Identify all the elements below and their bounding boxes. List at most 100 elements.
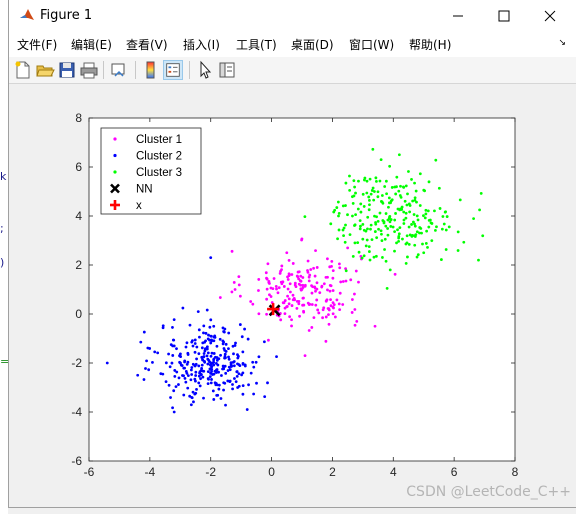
data-point	[251, 360, 255, 364]
data-point	[365, 179, 369, 183]
data-point	[195, 387, 198, 391]
legend-marker	[113, 153, 117, 158]
data-point	[317, 311, 321, 315]
data-point	[362, 205, 366, 208]
data-point	[297, 302, 301, 306]
data-point	[479, 191, 483, 195]
data-point	[224, 371, 228, 375]
property-editor-icon[interactable]	[217, 60, 237, 80]
data-point	[285, 305, 289, 308]
data-point	[182, 374, 185, 378]
data-point	[413, 196, 417, 200]
data-point	[371, 186, 375, 190]
data-point	[410, 178, 413, 181]
menu-overflow-icon[interactable]: ↘	[558, 38, 566, 48]
close-button[interactable]	[527, 0, 573, 31]
colorbar-icon[interactable]	[141, 60, 161, 80]
new-figure-icon[interactable]	[13, 60, 33, 80]
menu-insert[interactable]: 插入(I)	[183, 36, 220, 53]
data-point	[255, 381, 258, 385]
data-point	[359, 202, 363, 206]
data-point	[200, 366, 204, 370]
data-point	[288, 315, 292, 319]
data-point	[406, 255, 409, 259]
data-point	[357, 280, 360, 284]
data-point	[178, 354, 181, 358]
data-point	[178, 360, 182, 364]
data-point	[351, 254, 355, 258]
save-icon[interactable]	[57, 60, 77, 80]
data-point	[447, 225, 451, 229]
data-point	[344, 269, 348, 273]
data-point	[167, 383, 171, 387]
data-point	[209, 318, 213, 322]
y-tick-label: 2	[75, 258, 82, 272]
x-tick-label: -4	[145, 465, 156, 479]
data-point	[422, 214, 425, 218]
menu-help[interactable]: 帮助(H)	[409, 36, 451, 53]
data-point	[335, 206, 339, 209]
data-point	[229, 363, 233, 367]
menu-file[interactable]: 文件(F)	[17, 36, 57, 53]
data-point	[232, 281, 236, 284]
data-point	[206, 357, 210, 361]
data-point	[226, 369, 230, 372]
data-point	[338, 291, 342, 295]
data-point	[312, 316, 316, 319]
pointer-icon[interactable]	[195, 60, 215, 80]
link-icon[interactable]	[109, 60, 129, 80]
data-point	[237, 372, 241, 376]
data-point	[234, 380, 238, 384]
open-icon[interactable]	[35, 60, 55, 80]
data-point	[180, 364, 184, 367]
data-point	[401, 237, 404, 241]
menu-view[interactable]: 查看(V)	[126, 36, 168, 53]
data-point	[171, 354, 175, 357]
background-editor-strip: k ; ) =	[0, 0, 9, 514]
maximize-button[interactable]	[481, 0, 527, 31]
data-point	[444, 210, 447, 214]
scatter-plot[interactable]: -6 -4 -2 0 2 4 6 8 -6 -4 -2 0 2 4 6 8 Cluster 1 Cluster 2…	[9, 84, 576, 508]
data-point	[299, 283, 303, 287]
data-point	[353, 292, 356, 296]
data-point	[379, 200, 383, 203]
legend-label: Cluster 1	[136, 134, 182, 146]
data-point	[418, 204, 422, 207]
data-point	[414, 189, 418, 193]
data-point	[216, 357, 220, 361]
data-point	[177, 376, 181, 380]
data-point	[241, 350, 245, 354]
data-point	[188, 323, 192, 327]
data-point	[291, 262, 295, 265]
data-point	[377, 227, 380, 231]
menu-desktop[interactable]: 桌面(D)	[291, 36, 334, 53]
data-point	[218, 337, 222, 341]
data-point	[437, 186, 441, 190]
y-tick-label: -2	[71, 356, 82, 370]
print-icon[interactable]	[79, 60, 99, 80]
data-point	[227, 331, 231, 335]
minimize-button[interactable]	[435, 0, 481, 31]
data-point	[445, 215, 449, 218]
menu-edit[interactable]: 编辑(E)	[71, 36, 112, 53]
data-point	[426, 245, 429, 249]
data-point	[416, 253, 420, 256]
editor-fragment: ;	[0, 222, 4, 235]
data-point	[397, 236, 401, 240]
data-point	[343, 240, 347, 244]
data-point	[282, 301, 286, 305]
data-point	[326, 307, 330, 310]
toolbar	[9, 57, 576, 84]
menu-tools[interactable]: 工具(T)	[236, 36, 277, 53]
data-point	[223, 352, 227, 356]
data-point	[206, 351, 210, 355]
data-point	[173, 369, 177, 372]
data-point	[307, 329, 311, 332]
title-bar[interactable]: Figure 1	[9, 0, 576, 31]
data-point	[224, 403, 227, 407]
legend-icon[interactable]	[163, 60, 183, 80]
data-point	[380, 194, 384, 197]
data-point	[241, 362, 245, 366]
data-point	[210, 334, 213, 338]
menu-window[interactable]: 窗口(W)	[349, 36, 394, 53]
